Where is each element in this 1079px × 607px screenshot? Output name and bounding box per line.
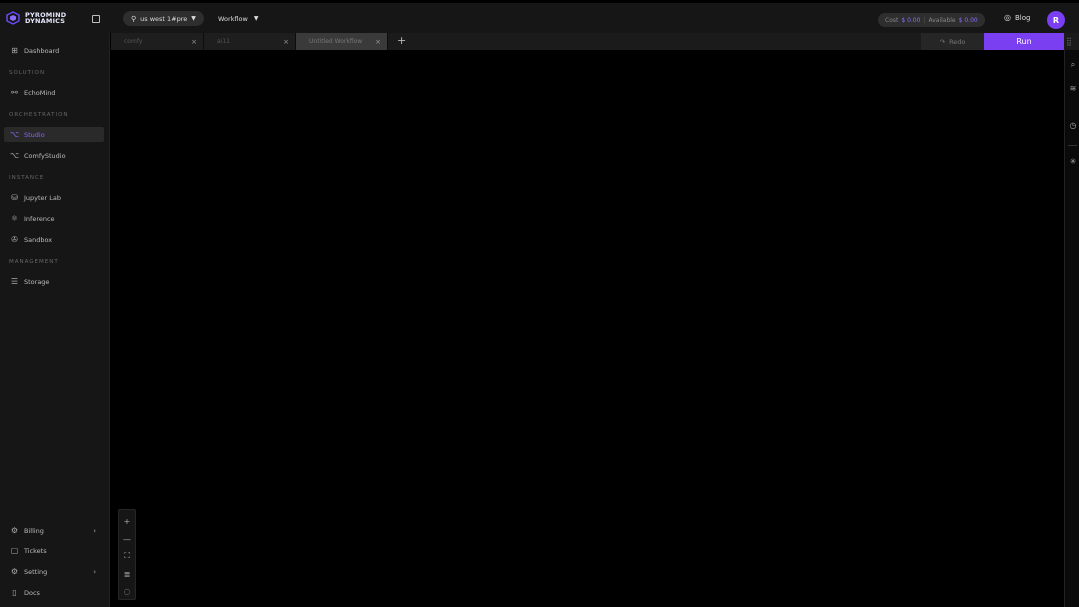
sidebar-item-storage[interactable]: ☰ Storage [4, 274, 104, 289]
storage-icon: ☰ [10, 276, 19, 286]
sidebar-item-studio[interactable]: ⌥ Studio [4, 127, 104, 142]
pin-icon[interactable]: ⌕ [1069, 61, 1077, 69]
close-icon[interactable]: × [375, 38, 381, 46]
divider: | [923, 16, 926, 24]
sidebar-item-label: Docs [24, 588, 40, 597]
sidebar-item-docs[interactable]: ▯ Docs [4, 585, 104, 600]
location-pin-icon: ⚲ [131, 14, 137, 23]
echomind-icon: ⚯ [11, 87, 18, 97]
history-icon[interactable]: ◷ [1069, 122, 1077, 130]
region-label: us west 1#pre [140, 14, 188, 23]
sidebar-item-label: Inference [24, 214, 55, 223]
reset-icon[interactable]: ◌ [119, 582, 135, 600]
tab-bar: comfy × ai11 × Untitled Workflow × + ↷ R… [111, 33, 1079, 50]
docs-icon: ▯ [12, 587, 17, 597]
tab-label: ai11 [217, 38, 230, 45]
layers-icon[interactable]: ≋ [1069, 85, 1077, 93]
sidebar-item-jupyterlab[interactable]: ⛁ Jupyter Lab [4, 190, 104, 205]
blog-link[interactable]: ◎ Blog [1004, 13, 1030, 22]
sidebar-item-dashboard[interactable]: ⊞ Dashboard [4, 43, 104, 58]
sidebar-item-billing[interactable]: ⚙ Billing › [4, 523, 104, 538]
zoom-out-icon[interactable]: — [119, 530, 135, 548]
sandbox-icon: ✇ [11, 234, 18, 244]
cost-label: Cost [885, 16, 899, 24]
sidebar-item-label: Tickets [24, 546, 47, 555]
workflow-label: Workflow [218, 14, 248, 23]
section-label-management: MANAGEMENT [9, 259, 59, 265]
sidebar-item-echomind[interactable]: ⚯ EchoMind [4, 85, 104, 100]
section-label-solution: SOLUTION [9, 70, 46, 76]
brand-logo[interactable]: PYROMIND DYNAMICS [6, 11, 66, 25]
sidebar-item-inference[interactable]: ⚛ Inference [4, 211, 104, 226]
close-icon[interactable]: × [283, 38, 289, 46]
sidebar-item-label: Studio [24, 130, 45, 139]
cost-value: $ 0.00 [901, 16, 921, 24]
available-value: $ 0.00 [958, 16, 978, 24]
sidebar-item-label: Setting [24, 567, 48, 576]
sidebar-item-label: Sandbox [24, 235, 53, 244]
chevron-down-icon: ▼ [253, 15, 259, 22]
align-icon[interactable]: ≣ [119, 565, 135, 583]
run-button[interactable]: Run [984, 33, 1064, 50]
setting-icon: ⚙ [10, 566, 19, 576]
redo-label: Redo [949, 37, 966, 46]
tab-label: Untitled Workflow [309, 38, 363, 45]
available-label: Available [928, 16, 956, 24]
right-toolbar: ⌕ ≋ ◷ ✳ [1064, 50, 1079, 607]
blog-icon: ◎ [1004, 13, 1011, 22]
zoom-in-icon[interactable]: + [119, 512, 135, 530]
region-selector[interactable]: ⚲ us west 1#pre ▼ [123, 11, 204, 26]
avatar[interactable]: R [1047, 11, 1065, 29]
divider [1068, 145, 1077, 146]
tab-untitled-workflow[interactable]: Untitled Workflow × [296, 33, 388, 50]
comfystudio-icon: ⌥ [9, 150, 20, 160]
dashboard-icon: ⊞ [11, 45, 18, 55]
sidebar-item-setting[interactable]: ⚙ Setting › [4, 564, 104, 579]
sidebar-toggle-icon[interactable] [92, 15, 100, 23]
balance-pill: Cost $ 0.00 | Available $ 0.00 [878, 13, 985, 27]
brand-name: PYROMIND DYNAMICS [25, 10, 67, 25]
chevron-down-icon: ▼ [191, 15, 196, 22]
sidebar-item-label: Storage [24, 277, 50, 286]
sidebar-item-label: Dashboard [24, 46, 60, 55]
studio-icon: ⌥ [9, 129, 20, 139]
brand-mark-icon [6, 11, 20, 25]
add-tab-icon[interactable]: + [397, 35, 406, 47]
top-bar: PYROMIND DYNAMICS ⚲ us west 1#pre ▼ Work… [0, 3, 1079, 33]
grid-icon[interactable]: ⣿ [1066, 37, 1072, 46]
sidebar-item-sandbox[interactable]: ✇ Sandbox [4, 232, 104, 247]
sidebar-item-label: Billing [24, 526, 44, 535]
sidebar: ⊞ Dashboard SOLUTION ⚯ EchoMind ORCHESTR… [0, 33, 110, 607]
section-label-instance: INSTANCE [9, 175, 45, 181]
inference-icon: ⚛ [10, 213, 19, 223]
sidebar-item-tickets[interactable]: ▢ Tickets [4, 543, 104, 558]
jupyter-icon: ⛁ [11, 192, 18, 202]
sidebar-item-label: ComfyStudio [24, 151, 66, 160]
tab-ai11[interactable]: ai11 × [204, 33, 296, 50]
workflow-canvas[interactable] [111, 50, 1063, 607]
chevron-right-icon: › [93, 526, 96, 535]
sidebar-item-label: Jupyter Lab [24, 193, 62, 202]
workflow-dropdown[interactable]: Workflow ▼ [218, 11, 258, 26]
sidebar-item-label: EchoMind [24, 88, 56, 97]
chevron-right-icon: › [93, 567, 96, 576]
redo-icon: ↷ [939, 37, 946, 46]
fit-view-icon[interactable]: ⛶ [119, 547, 135, 565]
billing-icon: ⚙ [10, 525, 19, 535]
settings-icon[interactable]: ✳ [1069, 158, 1077, 166]
tab-comfy[interactable]: comfy × [111, 33, 204, 50]
close-icon[interactable]: × [191, 38, 197, 46]
section-label-orchestration: ORCHESTRATION [9, 112, 69, 118]
blog-label: Blog [1014, 13, 1031, 22]
tab-label: comfy [124, 38, 143, 45]
tickets-icon: ▢ [10, 545, 19, 555]
zoom-controls: + — ⛶ ≣ ◌ [118, 509, 136, 600]
sidebar-item-comfystudio[interactable]: ⌥ ComfyStudio [4, 148, 104, 163]
redo-button[interactable]: ↷ Redo [921, 33, 984, 50]
